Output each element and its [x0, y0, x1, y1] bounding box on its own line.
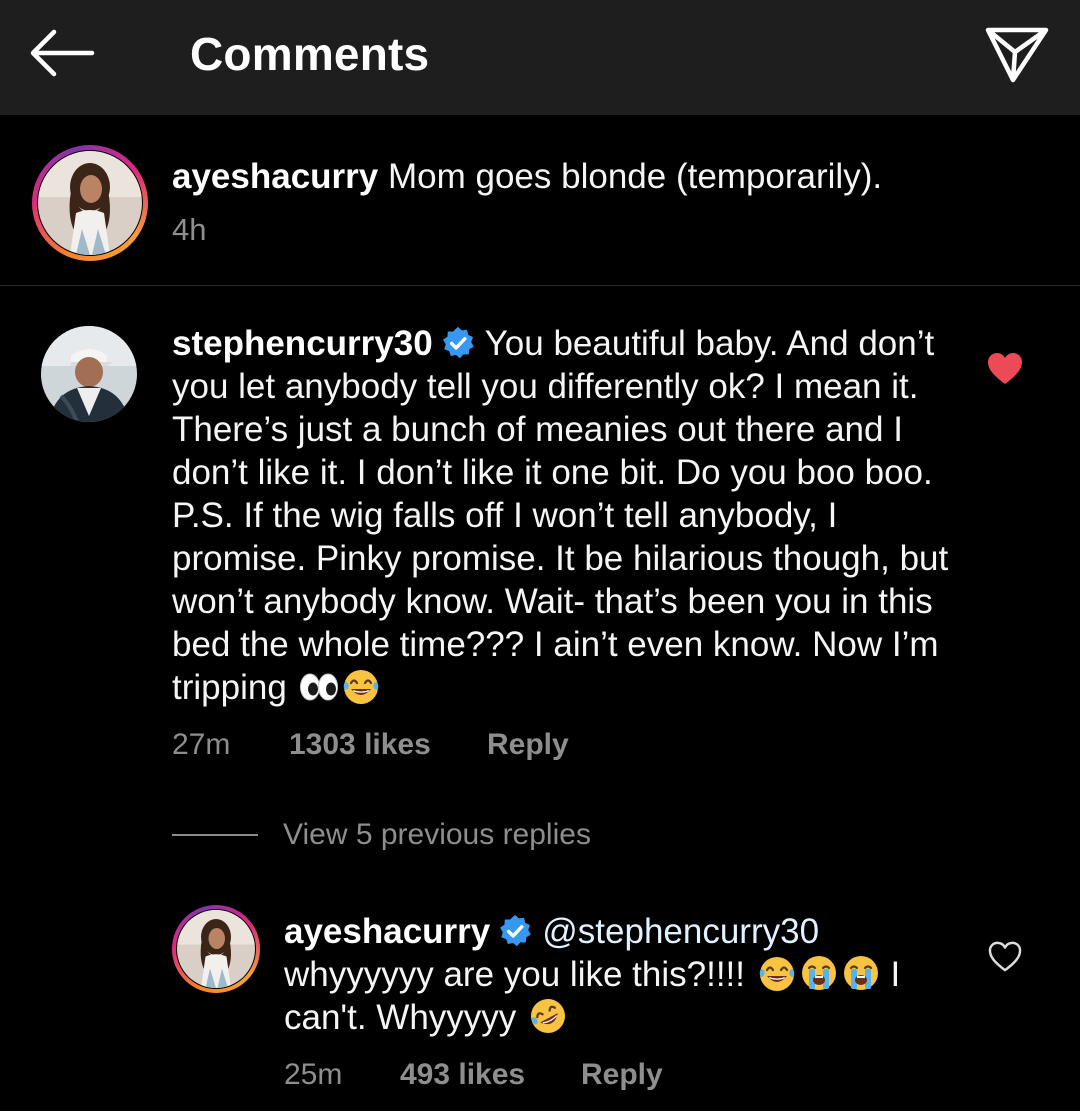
loudly-crying-emoji-icon: [799, 953, 839, 993]
caption-username[interactable]: ayeshacurry: [172, 157, 378, 196]
view-replies-label: View 5 previous replies: [283, 818, 591, 851]
like-heart-filled-icon[interactable]: [987, 352, 1023, 386]
verified-badge-icon: [498, 914, 532, 948]
avatar-ayeshacurry[interactable]: [177, 910, 255, 988]
reply-text: ayeshacurry @stephencurry30 whyyyyyy are …: [284, 910, 944, 1039]
caption-body: Mom goes blonde (temporarily).: [388, 157, 883, 196]
loudly-crying-emoji-icon: [841, 953, 881, 993]
avatar-ayeshacurry[interactable]: [38, 151, 142, 255]
reply-likes[interactable]: 493 likes: [400, 1058, 525, 1092]
comment-body: You beautiful baby. And don’t you let an…: [172, 324, 949, 707]
direct-message-icon[interactable]: [976, 18, 1056, 88]
comment-likes[interactable]: 1303 likes: [289, 728, 431, 762]
page-title: Comments: [190, 28, 430, 80]
divider-line: [172, 834, 258, 836]
rolling-on-floor-laughing-emoji-icon: [528, 996, 568, 1036]
tears-of-joy-emoji-icon: [341, 666, 381, 706]
reply-button[interactable]: Reply: [581, 1058, 663, 1092]
comment-text: stephencurry30 You beautiful baby. And do…: [172, 322, 962, 709]
reply-mention[interactable]: @stephencurry30: [542, 912, 819, 951]
reply-timestamp: 25m: [284, 1058, 343, 1091]
eyes-emoji-icon: [299, 673, 338, 701]
reply-button[interactable]: Reply: [487, 728, 569, 762]
comment-meta: 27m 1303 likes Reply: [172, 728, 772, 768]
comment-username[interactable]: stephencurry30: [172, 324, 433, 363]
verified-badge-icon: [441, 326, 475, 360]
back-arrow-icon[interactable]: [22, 20, 102, 86]
caption-timestamp: 4h: [172, 212, 207, 247]
comment-timestamp: 27m: [172, 728, 231, 761]
view-previous-replies[interactable]: View 5 previous replies: [172, 816, 772, 858]
tears-of-joy-emoji-icon: [757, 953, 797, 993]
like-heart-outline-icon[interactable]: [988, 941, 1022, 973]
top-bar: Comments: [0, 0, 1080, 115]
reply-username[interactable]: ayeshacurry: [284, 912, 490, 951]
caption-text: ayeshacurry Mom goes blonde (temporarily…: [172, 155, 1032, 199]
avatar-stephencurry30[interactable]: [41, 326, 137, 422]
reply-meta: 25m 493 likes Reply: [284, 1058, 784, 1098]
post-caption: ayeshacurry Mom goes blonde (temporarily…: [0, 115, 1080, 286]
reply-body-before-emoji: whyyyyyy are you like this?!!!!: [284, 955, 745, 994]
